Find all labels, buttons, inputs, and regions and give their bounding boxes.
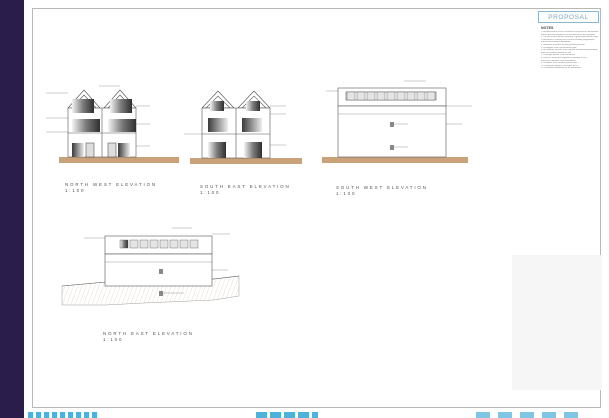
window-left-edge: [0, 0, 24, 418]
elevation-scale: 1:100: [336, 191, 357, 196]
elevation-label-north-west: NORTH WEST ELEVATION 1:100: [65, 182, 157, 194]
elevation-scale: 1:100: [65, 188, 86, 193]
elevation-label-south-east: SOUTH EAST ELEVATION 1:100: [200, 184, 291, 196]
elevation-scale: 1:100: [103, 337, 124, 342]
elevation-label-south-west: SOUTH WEST ELEVATION 1:100: [336, 185, 428, 197]
north-west-elevation: [46, 85, 179, 163]
drawing-sheet: PROPOSAL NOTES 1. All dimensions to be c…: [24, 0, 609, 418]
south-east-elevation: [184, 90, 302, 164]
elevation-label-north-east: NORTH EAST ELEVATION 1:100: [103, 331, 194, 343]
bottom-stripe-middle: [256, 412, 318, 418]
bottom-stripe-left: [28, 412, 98, 418]
bottom-stripe-right: [476, 412, 586, 418]
bottom-strip: [24, 410, 609, 418]
elevation-drawings: [46, 80, 472, 306]
elevation-scale: 1:100: [200, 190, 221, 195]
north-east-elevation: [61, 227, 240, 306]
south-west-elevation: [322, 80, 472, 163]
